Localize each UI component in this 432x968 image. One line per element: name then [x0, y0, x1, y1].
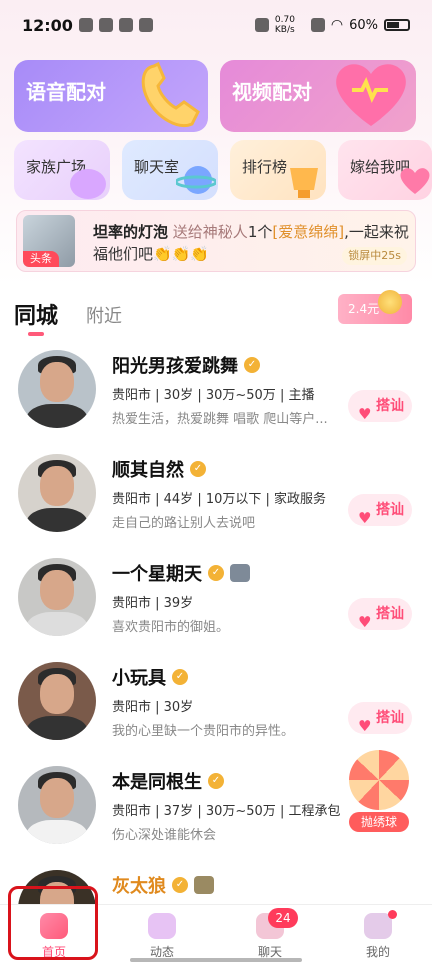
highlight-frame	[8, 886, 98, 960]
level-badge-icon	[194, 876, 214, 894]
list-item[interactable]: 顺其自然 ✓ 贵阳市 | 44岁 | 10万以下 | 家政服务 走自己的路让别人去…	[0, 448, 432, 552]
user-bio: 热爱生活，热爱跳舞 唱歌 爬山等户...	[112, 412, 328, 427]
heart-icon: ♥	[358, 405, 372, 423]
avatar[interactable]	[18, 662, 96, 740]
crown-icon	[138, 18, 153, 32]
marry-me-card[interactable]: 嫁给我吧	[338, 140, 432, 200]
ranking-label: 排行榜	[242, 158, 288, 176]
ranking-card[interactable]: 排行榜	[230, 140, 326, 200]
battery-icon	[384, 19, 410, 31]
voice-match-label: 语音配对	[26, 80, 106, 104]
chat-room-label: 聊天室	[134, 158, 180, 176]
nav-me[interactable]: 我的	[324, 909, 432, 963]
greet-button[interactable]: ♥ 搭讪	[348, 702, 412, 735]
battery-text: 60%	[349, 17, 378, 33]
heart-icon	[336, 64, 406, 126]
heart-icon: ♥	[358, 509, 372, 527]
verified-icon: ✓	[208, 773, 224, 789]
user-name: 顺其自然 ✓	[112, 456, 206, 482]
dynamic-icon	[148, 913, 176, 939]
headline-badge: 头条	[23, 251, 59, 267]
announcement-count: 1个	[247, 223, 273, 241]
notification-dot	[388, 910, 397, 919]
heart-icon	[400, 168, 430, 194]
vibrate-icon	[254, 18, 269, 32]
trophy-icon	[290, 168, 318, 198]
user-bio: 伤心深处谁能休会	[112, 828, 217, 843]
announcement-action: 送给神秘人	[172, 223, 248, 241]
avatar[interactable]	[18, 766, 96, 844]
user-info: 贵阳市 | 39岁	[112, 596, 194, 611]
heart-icon: ♥	[358, 717, 372, 735]
greet-button[interactable]: ♥ 搭讪	[348, 598, 412, 631]
verified-icon: ✓	[172, 877, 188, 893]
list-item[interactable]: 阳光男孩爱跳舞 ✓ 贵阳市 | 30岁 | 30万~50万 | 主播 热爱生活，热…	[0, 344, 432, 448]
user-bio: 我的心里缺一个贵阳市的异性。	[112, 724, 295, 739]
nav-me-label: 我的	[365, 945, 390, 959]
user-name: 本是同根生 ✓	[112, 768, 224, 794]
user-bio: 喜欢贵阳市的御姐。	[112, 620, 230, 635]
verified-icon: ✓	[244, 357, 260, 373]
chat-unread-badge: 24	[268, 908, 298, 928]
ghost-icon	[70, 169, 106, 199]
announcement-banner[interactable]: 头条 坦率的灯泡 送给神秘人1个[爱意绵绵],一起来祝福他们吧👏👏👏 锁屏中25…	[16, 210, 416, 272]
avatar[interactable]	[18, 558, 96, 636]
tab-indicator	[28, 332, 44, 336]
chat-room-card[interactable]: 聊天室	[122, 140, 218, 200]
status-time: 12:00	[22, 15, 73, 35]
heart-icon: ♥	[358, 613, 372, 631]
avatar[interactable]	[18, 454, 96, 532]
red-packet-amount: 2.4元	[348, 302, 380, 316]
level-badge-icon	[230, 564, 250, 582]
throw-ball-button[interactable]: 抛绣球	[346, 750, 412, 832]
app-icon	[98, 18, 113, 32]
greet-button[interactable]: ♥ 搭讪	[348, 390, 412, 423]
user-name: 灰太狼 ✓	[112, 872, 214, 898]
throw-ball-label: 抛绣球	[349, 812, 409, 832]
avatar: 头条	[23, 215, 75, 267]
embroidered-ball-icon	[349, 750, 409, 810]
user-info: 贵阳市 | 44岁 | 10万以下 | 家政服务	[112, 492, 327, 507]
user-bio: 走自己的路让别人去说吧	[112, 516, 256, 531]
list-item[interactable]: 小玩具 ✓ 贵阳市 | 30岁 我的心里缺一个贵阳市的异性。 ♥ 搭讪	[0, 656, 432, 760]
coin-icon	[378, 290, 402, 314]
nav-dynamic[interactable]: 动态	[108, 909, 216, 963]
status-bar: 12:00 0.70 KB/s ◠ 60%	[0, 0, 432, 50]
family-plaza-card[interactable]: 家族广场	[14, 140, 110, 200]
video-match-card[interactable]: 视频配对	[220, 60, 416, 132]
user-name: 一个星期天 ✓	[112, 560, 250, 586]
verified-icon: ✓	[208, 565, 224, 581]
clap-emoji: 👏👏👏	[153, 245, 210, 263]
video-match-label: 视频配对	[232, 80, 312, 104]
user-info: 贵阳市 | 37岁 | 30万~50万 | 工程承包	[112, 804, 341, 819]
notification-icon	[78, 18, 93, 32]
list-item[interactable]: 一个星期天 ✓ 贵阳市 | 39岁 喜欢贵阳市的御姐。 ♥ 搭讪	[0, 552, 432, 656]
gesture-bar	[130, 958, 302, 962]
app-icon	[118, 18, 133, 32]
announcement-gift: [爱意绵绵]	[272, 223, 345, 241]
planet-icon	[176, 166, 216, 194]
voice-match-card[interactable]: 语音配对	[14, 60, 208, 132]
avatar[interactable]	[18, 350, 96, 428]
user-info: 贵阳市 | 30岁 | 30万~50万 | 主播	[112, 388, 315, 403]
user-name: 阳光男孩爱跳舞 ✓	[112, 352, 260, 378]
tab-nearby[interactable]: 附近	[86, 302, 122, 328]
lock-timer: 锁屏中25s	[342, 247, 407, 265]
verified-icon: ✓	[172, 669, 188, 685]
phone-icon	[141, 61, 200, 127]
user-info: 贵阳市 | 30岁	[112, 700, 194, 715]
verified-icon: ✓	[190, 461, 206, 477]
wifi-icon: ◠	[330, 17, 344, 33]
user-name: 小玩具 ✓	[112, 664, 188, 690]
net-speed: 0.70 KB/s	[274, 15, 295, 35]
announcement-sender: 坦率的灯泡	[93, 223, 169, 241]
greet-button[interactable]: ♥ 搭讪	[348, 494, 412, 527]
tab-same-city[interactable]: 同城	[14, 298, 58, 330]
sim-icon	[310, 18, 325, 32]
